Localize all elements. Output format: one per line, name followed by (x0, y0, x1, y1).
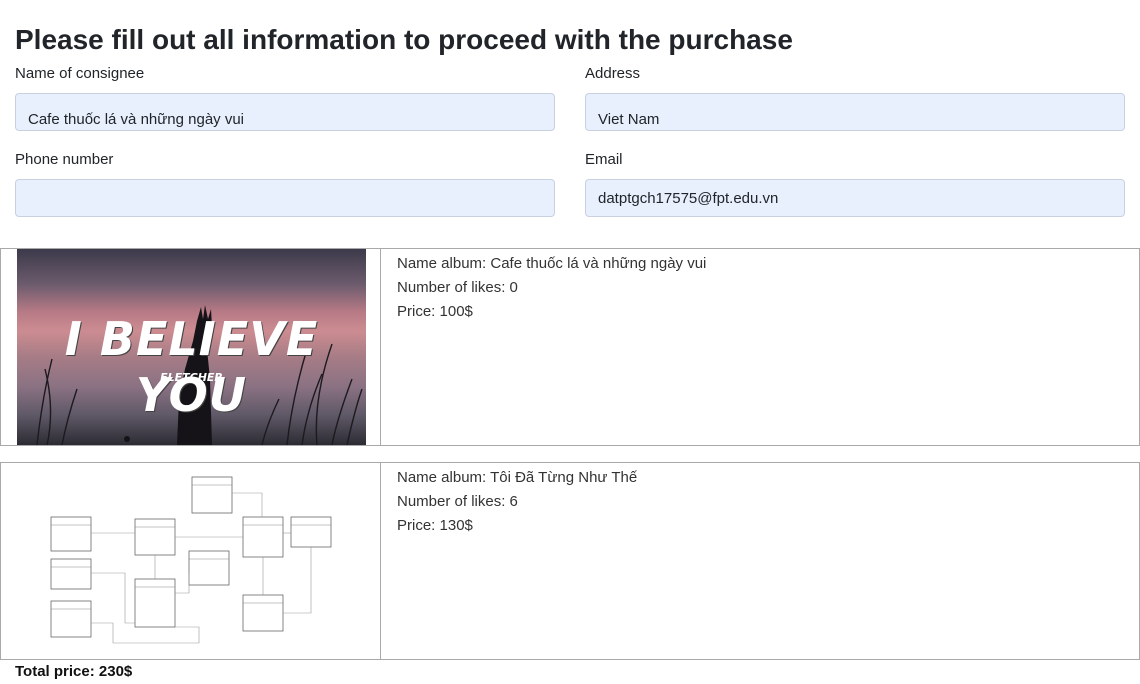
phone-input[interactable] (15, 179, 555, 217)
database-diagram-image (50, 476, 332, 644)
album-price: Price: 130$ (397, 517, 473, 534)
page-title: Please fill out all information to proce… (15, 24, 793, 55)
album-info: Name album: Cafe thuốc lá và những ngày … (397, 252, 706, 324)
address-label: Address (585, 65, 641, 82)
total-price: Total price: 230$ (15, 663, 133, 680)
phone-label: Phone number (15, 151, 114, 168)
album-likes: Number of likes: 0 (397, 279, 518, 296)
album-info: Name album: Tôi Đã Từng Như Thế Number o… (397, 466, 637, 538)
email-input[interactable] (585, 179, 1125, 217)
album-image-cell (1, 463, 381, 659)
album-cover-image (17, 463, 366, 659)
album-likes: Number of likes: 6 (397, 493, 518, 510)
album-row: Name album: Tôi Đã Từng Như Thế Number o… (0, 462, 1140, 660)
album-cover-image: I BELIEVE YOU FLETCHER (17, 249, 366, 445)
album-row: I BELIEVE YOU FLETCHER Name album: Cafe … (0, 248, 1140, 446)
album-cover-title: I BELIEVE YOU (64, 312, 319, 422)
album-price: Price: 100$ (397, 303, 473, 320)
email-label: Email (585, 151, 623, 168)
consignee-label: Name of consignee (15, 65, 145, 82)
address-input[interactable] (585, 93, 1125, 131)
consignee-input[interactable] (15, 93, 555, 131)
album-image-cell: I BELIEVE YOU FLETCHER (1, 249, 381, 445)
album-name: Name album: Cafe thuốc lá và những ngày … (397, 255, 707, 272)
album-cover-artist: FLETCHER (160, 371, 223, 384)
album-name: Name album: Tôi Đã Từng Như Thế (397, 469, 638, 486)
